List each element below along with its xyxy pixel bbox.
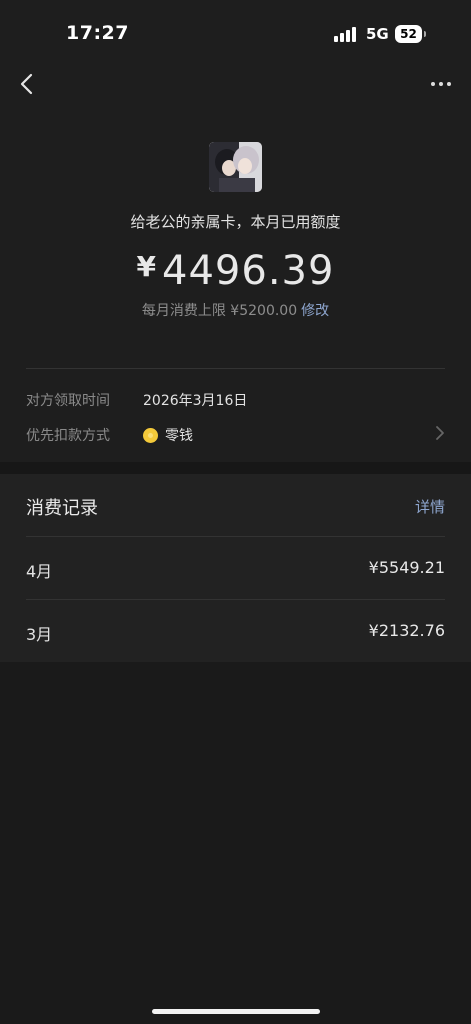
divider: [26, 368, 445, 369]
network-label: 5G: [366, 25, 389, 43]
used-amount-value: 4496.39: [162, 248, 335, 294]
more-icon: [431, 82, 435, 86]
section-gap: [0, 462, 471, 474]
status-time: 17:27: [66, 22, 129, 44]
used-amount: ¥4496.39: [0, 248, 471, 294]
record-row[interactable]: 3月 ¥2132.76: [26, 600, 445, 662]
payment-method-label: 优先扣款方式: [26, 428, 110, 444]
records-detail-link[interactable]: 详情: [415, 496, 445, 517]
record-amount: ¥5549.21: [368, 558, 445, 577]
records-title: 消费记录: [26, 498, 98, 519]
home-indicator[interactable]: [152, 1009, 320, 1014]
avatar: [209, 142, 262, 192]
status-bar: 17:27 5G 52: [0, 0, 471, 68]
back-button[interactable]: [8, 66, 44, 102]
limit-row: 每月消费上限 ¥5200.00 修改: [0, 300, 471, 320]
claim-time-label: 对方领取时间: [26, 393, 110, 409]
record-row[interactable]: 4月 ¥5549.21: [26, 537, 445, 599]
chevron-right-icon[interactable]: [433, 424, 447, 442]
edit-limit-link[interactable]: 修改: [301, 303, 329, 319]
record-month: 3月: [26, 625, 53, 644]
battery-icon: 52: [395, 25, 426, 43]
record-amount: ¥2132.76: [368, 621, 445, 640]
payment-method-row[interactable]: 零钱: [143, 425, 193, 445]
chevron-left-icon: [20, 73, 33, 95]
more-button[interactable]: [423, 68, 459, 100]
limit-label: 每月消费上限 ¥5200.00: [141, 303, 298, 319]
signal-icon: [334, 27, 358, 42]
record-month: 4月: [26, 562, 53, 581]
coin-icon: [143, 427, 158, 443]
claim-time-value: 2026年3月16日: [143, 393, 248, 409]
currency-symbol: ¥: [136, 250, 157, 283]
records-panel: 消费记录 详情 4月 ¥5549.21 3月 ¥2132.76: [0, 474, 471, 662]
empty-area: [0, 662, 471, 1024]
card-title: 给老公的亲属卡，本月已用额度: [130, 213, 341, 231]
payment-method-value: 零钱: [165, 428, 193, 444]
